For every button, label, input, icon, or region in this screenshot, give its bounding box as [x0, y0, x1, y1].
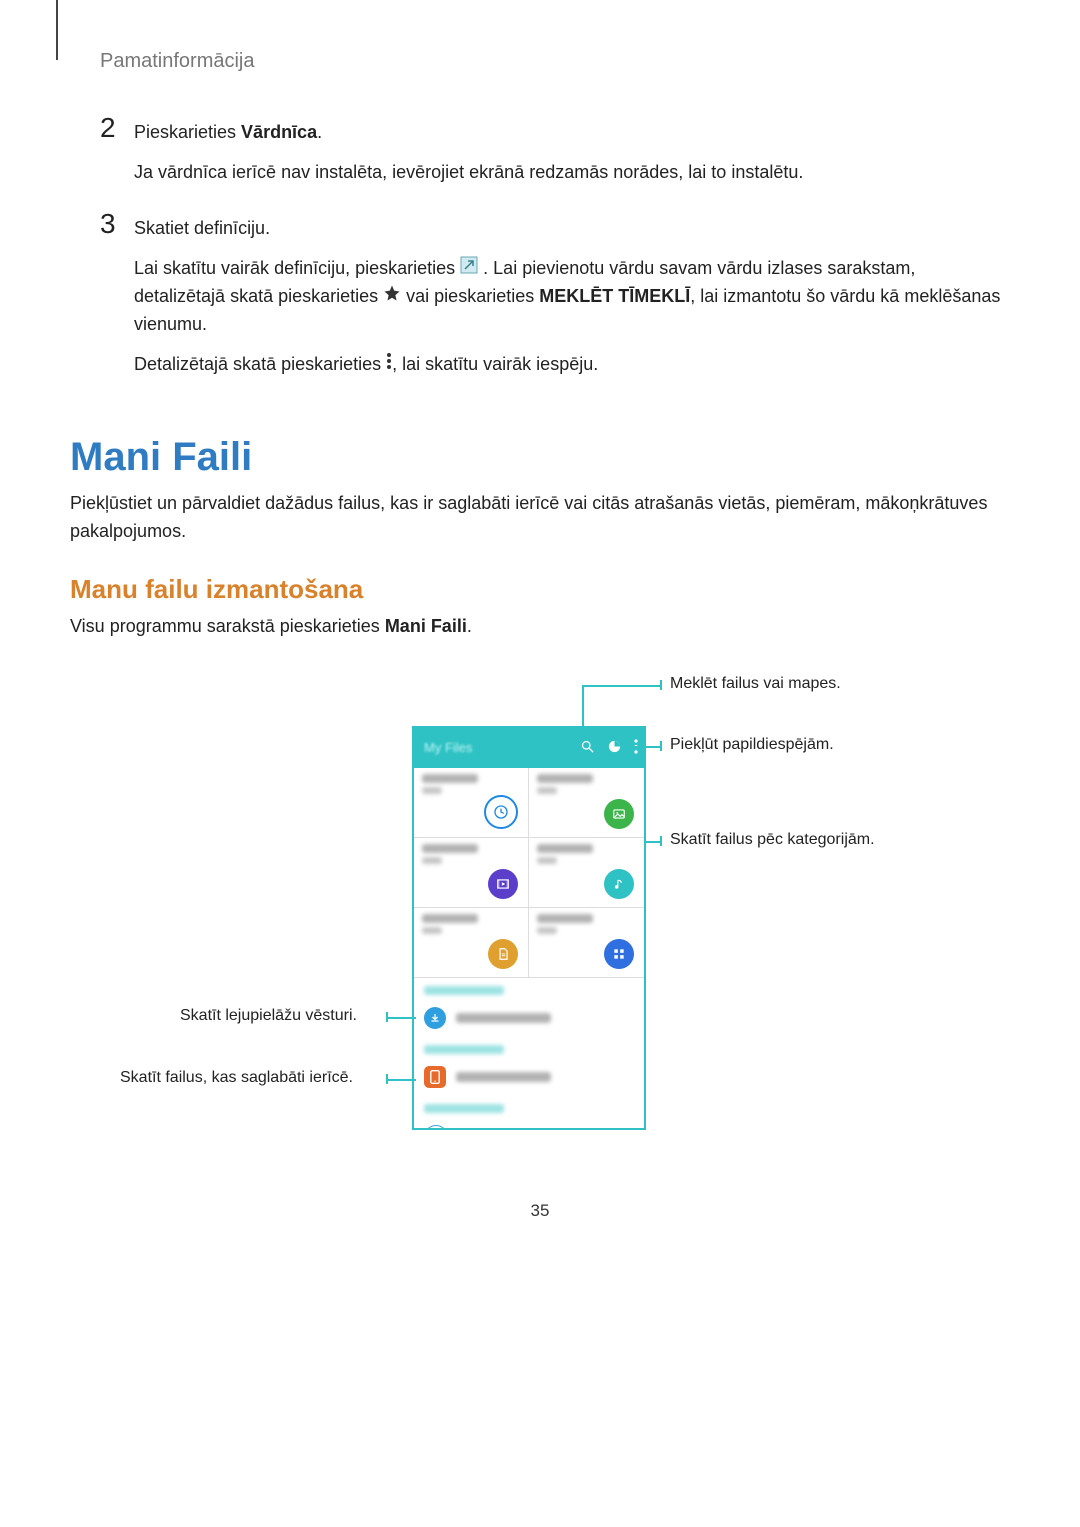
- text: Detalizētajā skatā pieskarieties: [134, 354, 386, 374]
- local-section-header: [414, 1037, 644, 1058]
- text-bold: MEKLĒT TĪMEKLĪ: [539, 286, 690, 306]
- page-header: Pamatinformācija: [100, 50, 1010, 73]
- text: Pieskarieties: [134, 122, 241, 142]
- lead-tick: [660, 680, 662, 690]
- text: Ja vārdnīca ierīcē nav instalēta, ievēro…: [134, 159, 803, 187]
- lead-line: [582, 685, 662, 687]
- step-3: 3 Skatiet definīciju. Lai skatītu vairāk…: [100, 209, 1010, 391]
- lead-line: [582, 685, 584, 742]
- callout-categories: Skatīt failus pēc kategorijām.: [670, 831, 875, 849]
- device-icon: [424, 1066, 446, 1088]
- cloud-row: [414, 1117, 644, 1130]
- callout-device: Skatīt failus, kas saglabāti ierīcē.: [120, 1069, 353, 1087]
- document-icon: [488, 939, 518, 969]
- text: vai pieskarieties: [406, 286, 539, 306]
- video-icon: [488, 869, 518, 899]
- download-history-row: [414, 999, 644, 1037]
- subsection-title: Manu failu izmantošana: [70, 574, 1010, 605]
- lead-line: [386, 1079, 416, 1081]
- lead-line: [386, 1017, 416, 1019]
- callout-more: Piekļūt papildiespējām.: [670, 736, 834, 754]
- step-number: 3: [100, 209, 134, 391]
- music-icon: [604, 869, 634, 899]
- text: Visu programmu sarakstā pieskarieties: [70, 616, 385, 636]
- star-icon: [383, 283, 401, 311]
- diagram: My Files: [70, 671, 1010, 1141]
- phone-header: My Files: [414, 728, 644, 768]
- text-bold: Mani Faili: [385, 616, 467, 636]
- image-icon: [604, 799, 634, 829]
- clock-icon: [484, 795, 518, 829]
- tile-audio: [529, 838, 644, 908]
- lead-tick: [660, 836, 662, 846]
- callout-search: Meklēt failus vai mapes.: [670, 675, 841, 693]
- text: , lai skatītu vairāk iespēju.: [392, 354, 598, 374]
- category-grid: [414, 768, 644, 978]
- text: Skatiet definīciju.: [134, 215, 1010, 243]
- lead-tick: [386, 1012, 388, 1022]
- lead-tick: [660, 741, 662, 751]
- page-number: 35: [70, 1201, 1010, 1221]
- tile-videos: [414, 838, 529, 908]
- text: .: [467, 616, 472, 636]
- tile-downloaded: [529, 908, 644, 978]
- apps-icon: [604, 939, 634, 969]
- section-body: Piekļūstiet un pārvaldiet dažādus failus…: [70, 490, 1010, 546]
- phone-mock: My Files: [412, 726, 646, 1130]
- cloud-section-header: [414, 1096, 644, 1117]
- download-icon: [424, 1007, 446, 1029]
- text: .: [317, 122, 322, 142]
- tile-images: [529, 768, 644, 838]
- callout-downloads: Skatīt lejupielāžu vēsturi.: [180, 1007, 357, 1025]
- pie-icon: [607, 739, 622, 757]
- step-2: 2 Pieskarieties Vārdnīca. Ja vārdnīca ie…: [100, 113, 1010, 199]
- lead-line: [630, 746, 662, 748]
- text: Lai skatītu vairāk definīciju, pieskarie…: [134, 258, 460, 278]
- phone-title: My Files: [424, 740, 472, 755]
- expand-icon: [460, 255, 478, 283]
- more-vert-icon: [634, 739, 638, 757]
- text-bold: Vārdnīca: [241, 122, 317, 142]
- lead-tick: [386, 1074, 388, 1084]
- device-storage-row: [414, 1058, 644, 1096]
- tile-recent: [414, 768, 529, 838]
- tile-documents: [414, 908, 529, 978]
- step-number: 2: [100, 113, 134, 199]
- section-title: Mani Faili: [70, 435, 1010, 480]
- downloads-section-header: [414, 978, 644, 999]
- cloud-icon: [424, 1125, 448, 1130]
- header-divider: [56, 0, 58, 60]
